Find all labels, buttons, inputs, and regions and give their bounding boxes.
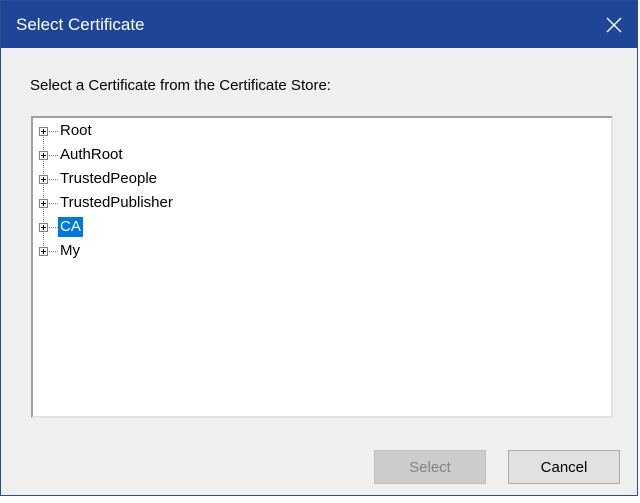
tree-connector [49, 226, 58, 228]
tree-item-root[interactable]: Root [39, 120, 94, 142]
certificate-store-tree[interactable]: Root AuthRoot TrustedPeople TrustedPubli… [31, 116, 613, 418]
tree-item-label: Root [60, 122, 92, 139]
tree-connector [49, 178, 58, 180]
instruction-label: Select a Certificate from the Certificat… [30, 77, 331, 94]
tree-item-authroot[interactable]: AuthRoot [39, 144, 125, 166]
expand-plus-icon[interactable] [39, 174, 48, 184]
tree-item-label: TrustedPublisher [60, 194, 173, 211]
tree-item-label: My [60, 242, 80, 259]
tree-connector [49, 154, 58, 156]
expand-plus-icon[interactable] [39, 150, 48, 160]
window-title: Select Certificate [16, 15, 145, 34]
tree-connector [49, 130, 58, 132]
tree-item-ca[interactable]: CA [39, 216, 83, 238]
tree-item-label: TrustedPeople [60, 170, 158, 187]
select-certificate-dialog: Select Certificate Select a Certificate … [0, 0, 638, 496]
tree-connector [49, 202, 58, 204]
close-button[interactable] [591, 1, 637, 48]
cancel-button[interactable]: Cancel [508, 450, 620, 484]
tree-item-label-selected: CA [58, 217, 83, 237]
tree-connector [49, 250, 58, 252]
tree-item-trustedpublisher[interactable]: TrustedPublisher [39, 192, 175, 214]
expand-plus-icon[interactable] [39, 126, 48, 136]
tree-item-my[interactable]: My [39, 240, 82, 262]
select-button[interactable]: Select [374, 450, 486, 484]
tree-item-trustedpeople[interactable]: TrustedPeople [39, 168, 159, 190]
expand-plus-icon[interactable] [39, 222, 48, 232]
tree-item-label: AuthRoot [60, 146, 123, 163]
expand-plus-icon[interactable] [39, 198, 48, 208]
close-icon [606, 17, 622, 32]
expand-plus-icon[interactable] [39, 246, 48, 256]
title-bar[interactable]: Select Certificate [1, 1, 637, 48]
